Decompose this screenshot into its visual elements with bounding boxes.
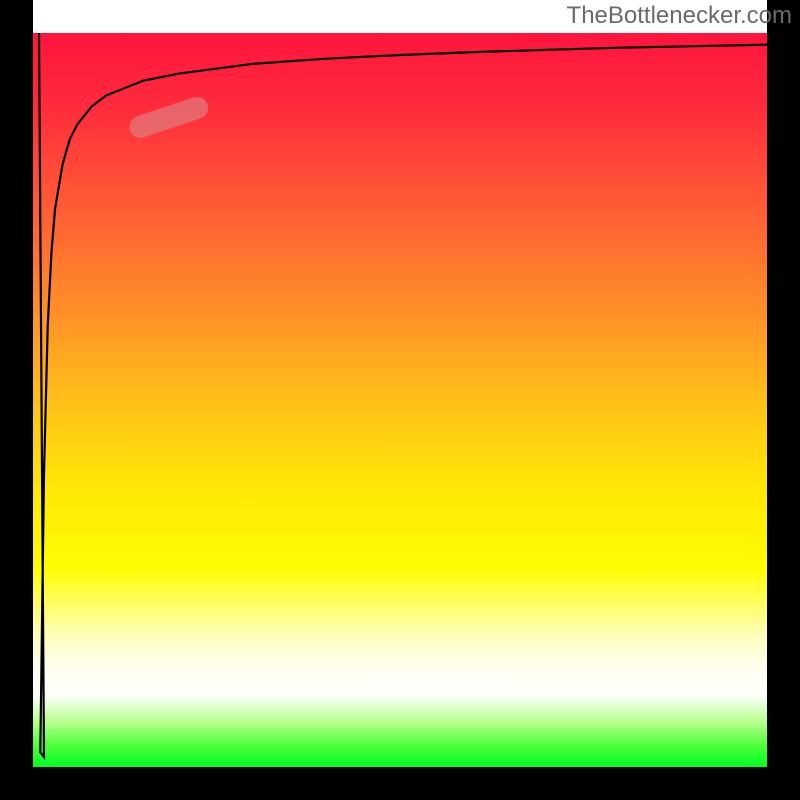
watermark-text: TheBottlenecker.com [567, 2, 792, 30]
axis-right-border [767, 0, 800, 800]
axis-left-border [0, 0, 33, 800]
axis-bottom-border [0, 767, 800, 800]
highlight-marker [127, 94, 211, 141]
chart-container: TheBottlenecker.com [0, 0, 800, 800]
chart-svg [0, 0, 800, 800]
data-curve [39, 33, 767, 757]
